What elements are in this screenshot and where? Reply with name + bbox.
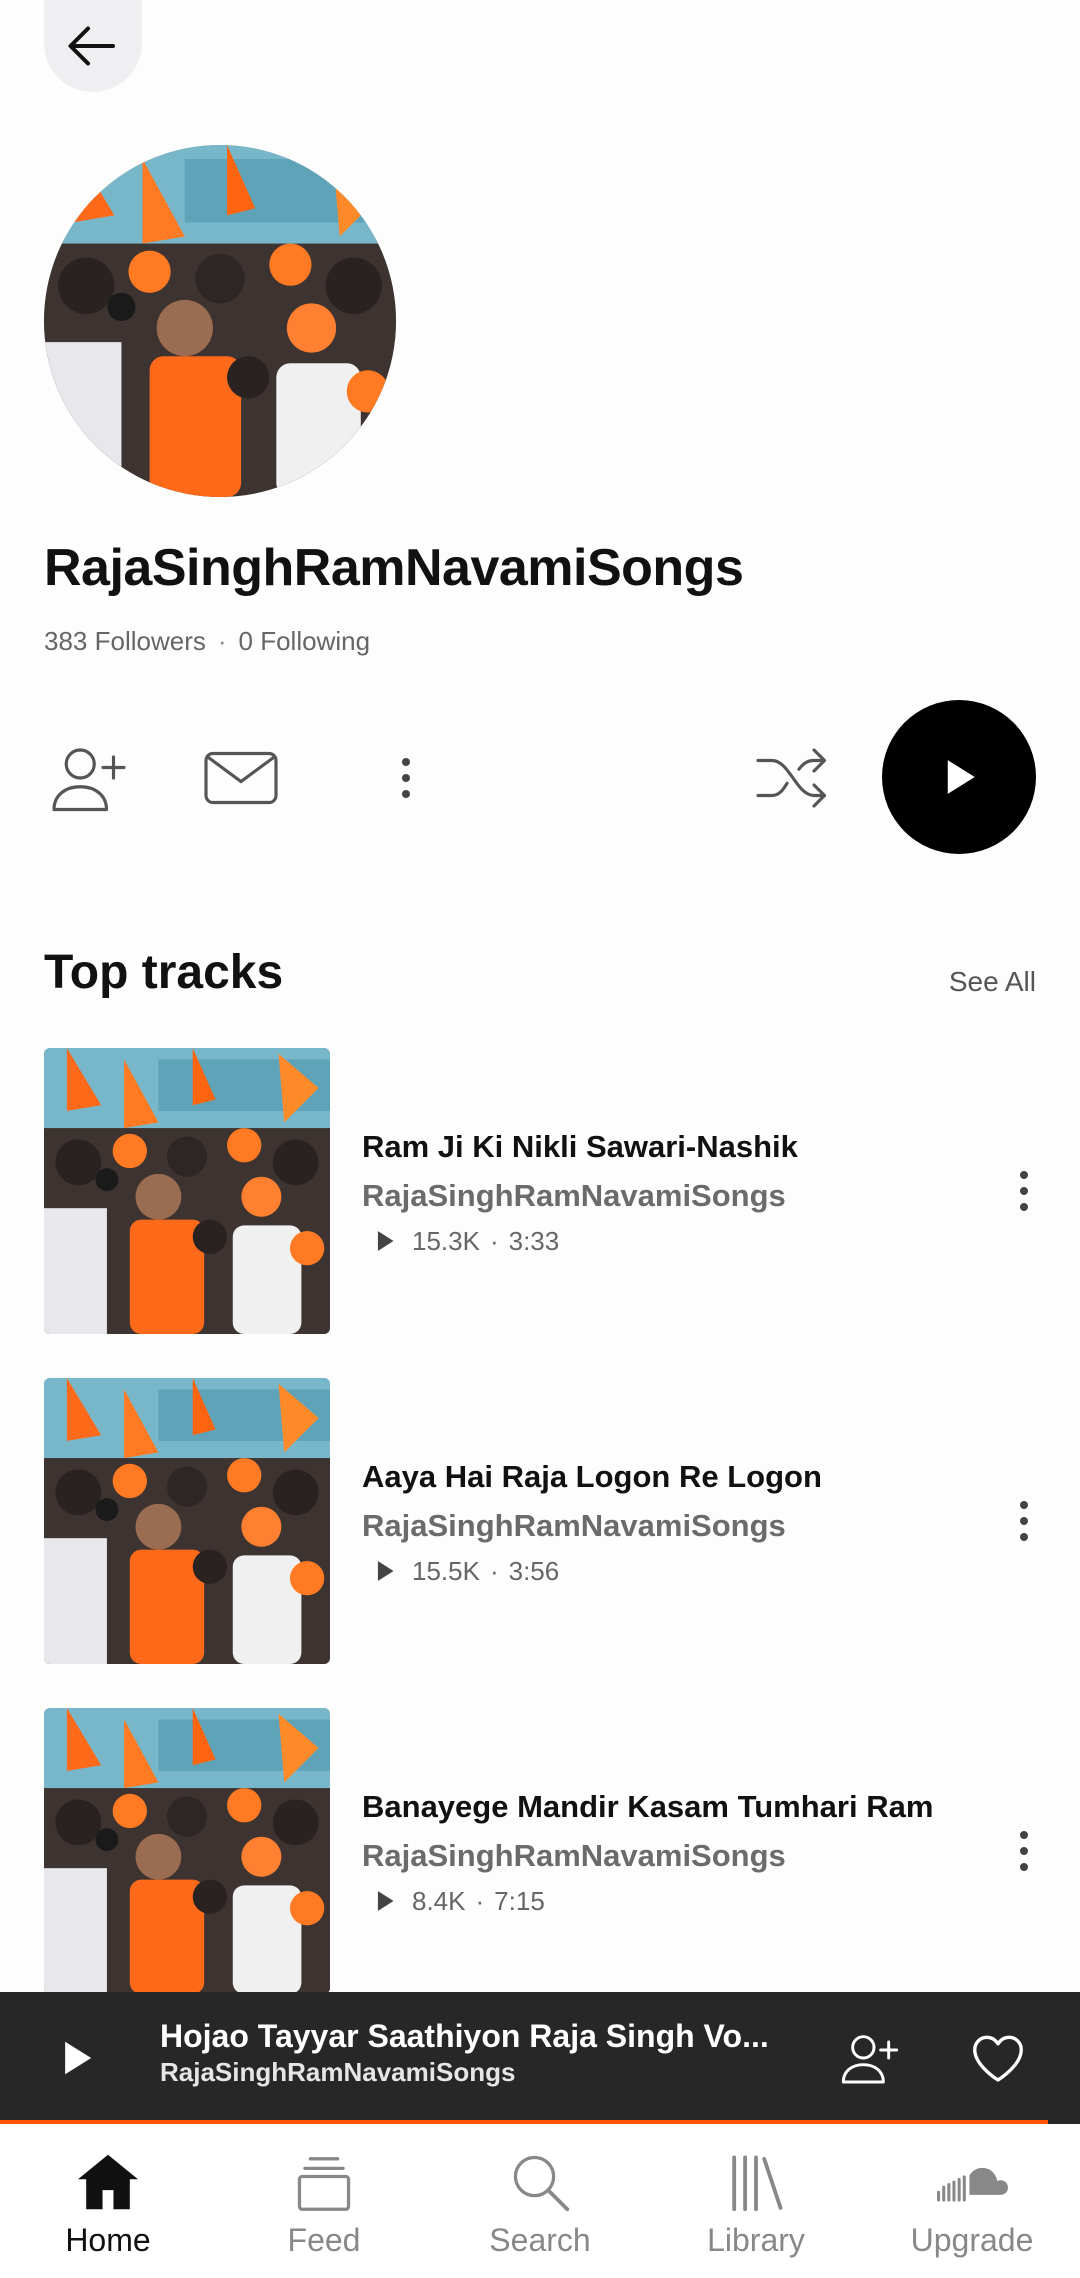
play-count-icon	[377, 1231, 394, 1251]
nav-feed[interactable]: Feed	[216, 2126, 432, 2278]
follow-button[interactable]	[44, 738, 134, 818]
follow-stats: 383 Followers · 0 Following	[44, 626, 370, 657]
nav-feed-label: Feed	[287, 2222, 361, 2258]
now-playing-info[interactable]: Hojao Tayyar Saathiyon Raja Singh Vo... …	[160, 2018, 800, 2088]
track-stats: 15.3K · 3:33	[362, 1224, 960, 1258]
track-item[interactable]: Aaya Hai Raja Logon Re Logon RajaSinghRa…	[0, 1378, 1080, 1666]
play-count-icon	[377, 1891, 394, 1911]
stats-separator: ·	[475, 1885, 485, 1916]
play-all-button[interactable]	[882, 700, 1036, 854]
track-artwork	[44, 1048, 330, 1334]
library-icon	[732, 2155, 783, 2212]
mini-player-play-button[interactable]	[40, 2022, 112, 2094]
track-item[interactable]: Ram Ji Ki Nikli Sawari-Nashik RajaSinghR…	[0, 1048, 1080, 1336]
add-user-icon	[52, 748, 126, 812]
play-icon	[65, 2041, 92, 2075]
track-duration: 7:15	[494, 1885, 545, 1916]
nav-home[interactable]: Home	[0, 2126, 216, 2278]
profile-actions	[0, 700, 1080, 860]
heart-icon	[973, 2035, 1023, 2082]
top-tracks-title: Top tracks	[44, 946, 284, 999]
followers-count[interactable]: 383 Followers	[44, 626, 206, 657]
now-playing-artist: RajaSinghRamNavamiSongs	[160, 2057, 516, 2087]
bottom-navigation: Home Feed Search Library Upgrade	[0, 2126, 1080, 2278]
track-title: Aaya Hai Raja Logon Re Logon	[362, 1459, 822, 1494]
nav-library-label: Library	[707, 2222, 805, 2258]
play-count-icon	[377, 1561, 394, 1581]
track-title: Ram Ji Ki Nikli Sawari-Nashik	[362, 1129, 798, 1164]
more-vertical-icon	[1020, 1831, 1028, 1871]
nav-library[interactable]: Library	[648, 2126, 864, 2278]
playback-progress-bar[interactable]	[0, 2120, 1048, 2124]
message-button[interactable]	[196, 738, 286, 818]
mini-player-like-button[interactable]	[962, 2022, 1034, 2094]
stats-separator: ·	[489, 1225, 499, 1256]
play-icon	[947, 760, 975, 794]
now-playing-title: Hojao Tayyar Saathiyon Raja Singh Vo...	[160, 2018, 769, 2054]
nav-search[interactable]: Search	[432, 2126, 648, 2278]
track-stats: 15.5K · 3:56	[362, 1554, 960, 1588]
stats-separator: ·	[217, 626, 227, 656]
shuffle-button[interactable]	[748, 738, 838, 818]
see-all-link[interactable]: See All	[949, 966, 1036, 998]
home-icon	[78, 2154, 138, 2210]
nav-home-label: Home	[65, 2222, 151, 2258]
shuffle-icon	[756, 748, 827, 808]
mail-icon	[204, 751, 278, 805]
track-plays: 15.5K	[412, 1555, 480, 1586]
track-artwork	[44, 1708, 330, 1994]
more-vertical-icon	[1020, 1501, 1028, 1541]
track-more-button[interactable]	[994, 1161, 1054, 1221]
track-duration: 3:33	[508, 1225, 560, 1256]
arrow-left-icon	[68, 26, 115, 66]
nav-search-label: Search	[489, 2222, 591, 2258]
mini-player-follow-button[interactable]	[834, 2022, 906, 2094]
track-artist: RajaSinghRamNavamiSongs	[362, 1178, 786, 1213]
mini-player[interactable]: Hojao Tayyar Saathiyon Raja Singh Vo... …	[0, 1992, 1080, 2124]
feed-icon	[297, 2157, 351, 2211]
track-plays: 8.4K	[412, 1885, 466, 1916]
nav-upgrade[interactable]: Upgrade	[864, 2126, 1080, 2278]
back-button[interactable]	[44, 0, 142, 92]
profile-name: RajaSinghRamNavamiSongs	[44, 539, 744, 597]
soundcloud-icon	[937, 2167, 1008, 2202]
track-artist: RajaSinghRamNavamiSongs	[362, 1838, 786, 1873]
more-vertical-icon	[1020, 1171, 1028, 1211]
track-more-button[interactable]	[994, 1821, 1054, 1881]
track-item[interactable]: Banayege Mandir Kasam Tumhari Ram RajaSi…	[0, 1708, 1080, 1996]
stats-separator: ·	[489, 1555, 499, 1586]
search-icon	[513, 2155, 570, 2212]
more-vertical-icon	[402, 758, 410, 798]
track-artist: RajaSinghRamNavamiSongs	[362, 1508, 786, 1543]
track-more-button[interactable]	[994, 1491, 1054, 1551]
track-plays: 15.3K	[412, 1225, 480, 1256]
add-user-icon	[841, 2035, 899, 2084]
track-stats: 8.4K · 7:15	[362, 1884, 960, 1918]
following-count[interactable]: 0 Following	[239, 626, 371, 657]
more-options-button[interactable]	[376, 738, 436, 818]
nav-upgrade-label: Upgrade	[910, 2222, 1034, 2258]
track-title: Banayege Mandir Kasam Tumhari Ram	[362, 1789, 934, 1824]
track-duration: 3:56	[508, 1555, 560, 1586]
profile-avatar	[44, 145, 396, 497]
track-artwork	[44, 1378, 330, 1664]
